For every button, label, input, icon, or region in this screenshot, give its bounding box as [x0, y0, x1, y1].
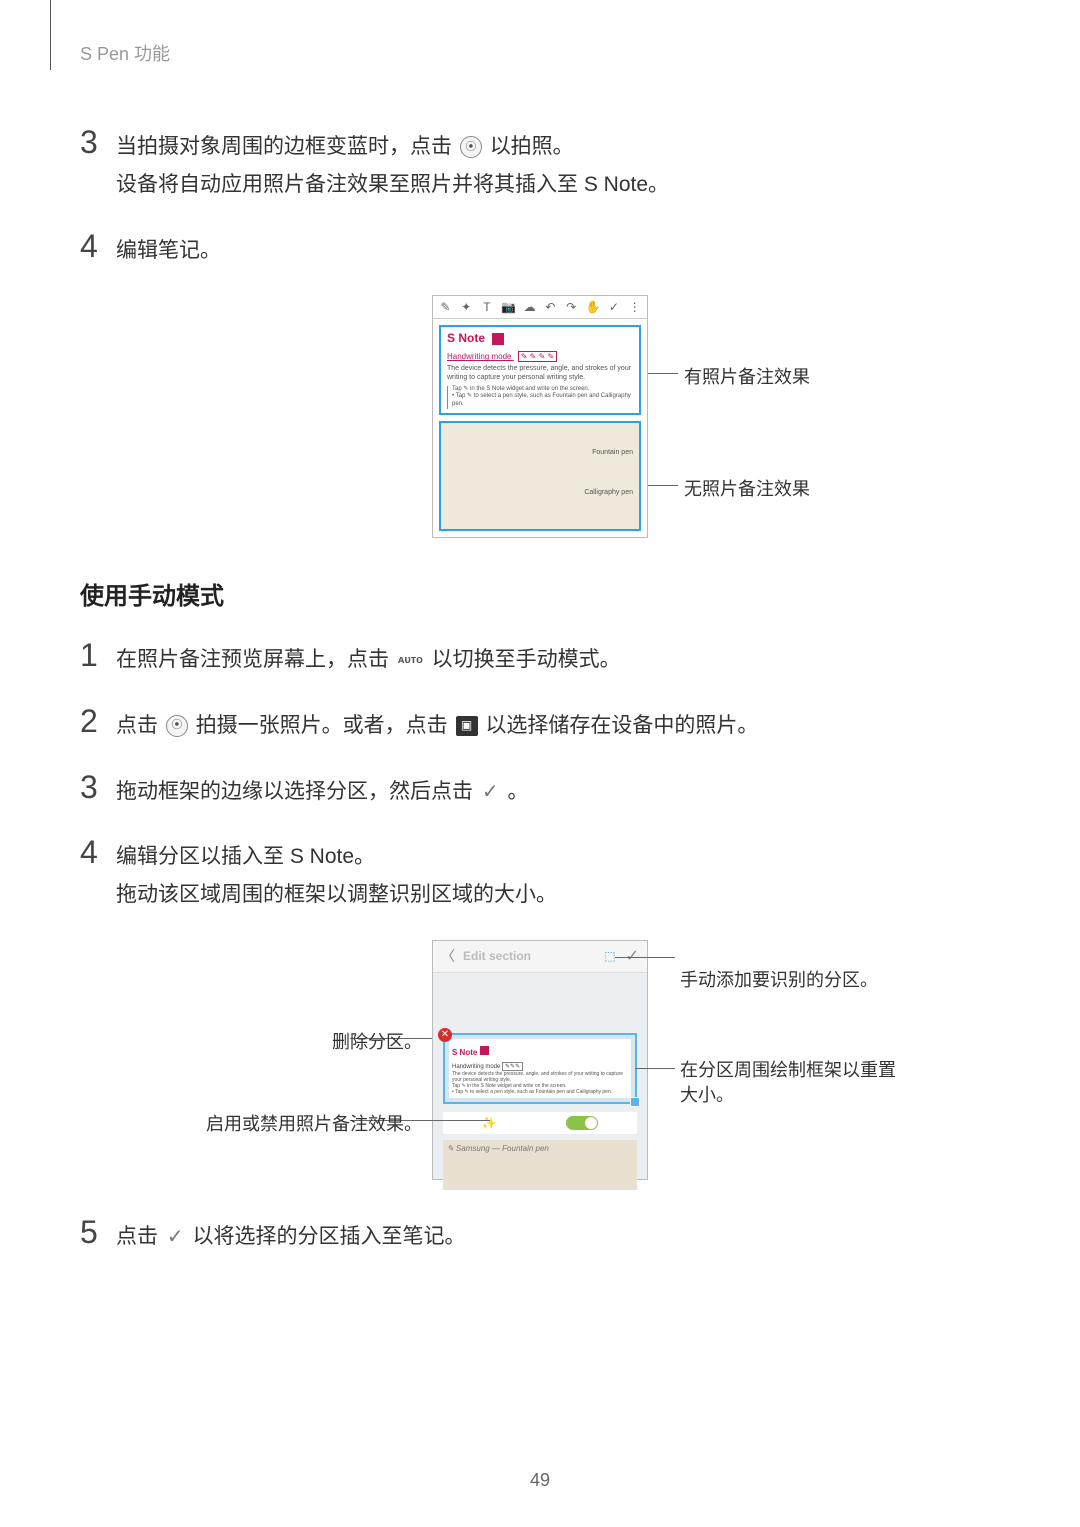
- step-text: 拖动该区域周围的框架以调整识别区域的大小。: [116, 876, 557, 914]
- undo-icon: ↶: [544, 300, 557, 314]
- snote-label: S Note: [452, 1048, 477, 1057]
- step-c5: 5 点击 ✓ 以将选择的分区插入至笔记。: [80, 1216, 1000, 1256]
- annot-with-effect: 有照片备注效果: [684, 363, 810, 389]
- check-icon: ✓: [482, 774, 499, 810]
- annot-resize-frame-l1: 在分区周围绘制框架以重置: [680, 1058, 940, 1083]
- header-title: S Pen 功能: [80, 40, 1000, 66]
- step-text: 点击: [116, 1225, 164, 1248]
- step-text: 以切换至手动模式。: [432, 648, 621, 671]
- auto-mode-icon: ᴀᴜᴛᴏ: [398, 651, 423, 671]
- add-section-icon: ⬚: [604, 949, 615, 963]
- camera-icon: ⦿: [460, 136, 482, 158]
- pen-style-icons: ✎✎✎: [502, 1062, 523, 1071]
- step-3: 3 当拍摄对象周围的边框变蓝时，点击 ⦿ 以拍照。 设备将自动应用照片备注效果至…: [80, 126, 1000, 204]
- gallery-icon: ▣: [456, 716, 478, 736]
- text-icon: T: [481, 300, 494, 314]
- figure-1: ✎ ✦ T 📷 ☁ ↶ ↷ ✋ ✓ ⋮ S Note: [432, 295, 648, 538]
- sparkle-icon: ✦: [460, 300, 473, 314]
- step-text: 编辑笔记。: [116, 232, 221, 270]
- cloud-icon: ☁: [523, 300, 536, 314]
- redo-icon: ↷: [565, 300, 578, 314]
- step-b1: 1 在照片备注预览屏幕上，点击 ᴀᴜᴛᴏ 以切换至手动模式。: [80, 639, 1000, 679]
- step-text: 在照片备注预览屏幕上，点击: [116, 648, 395, 671]
- step-text: 以选择储存在设备中的照片。: [485, 714, 758, 737]
- back-icon: 〈: [441, 946, 455, 966]
- snote-toolbar: ✎ ✦ T 📷 ☁ ↶ ↷ ✋ ✓ ⋮: [433, 296, 647, 319]
- step-number: 5: [80, 1216, 116, 1248]
- step-number: 3: [80, 126, 116, 158]
- hand-icon: ✋: [586, 300, 600, 314]
- snote-logo-icon: [480, 1046, 489, 1055]
- page-number: 49: [0, 1470, 1080, 1491]
- fig2-desc1: The device detects the pressure, angle, …: [452, 1071, 628, 1083]
- step-text: 当拍摄对象周围的边框变蓝时，点击: [116, 135, 458, 158]
- effect-toggle-row: ✨: [443, 1112, 637, 1134]
- step-text: 拖动框架的边缘以选择分区，然后点击: [116, 780, 479, 803]
- annot-toggle-effect: 启用或禁用照片备注效果。: [206, 1110, 422, 1136]
- fig2-title: Edit section: [463, 949, 604, 963]
- step-b3: 3 拖动框架的边缘以选择分区，然后点击 ✓ 。: [80, 771, 1000, 811]
- step-text: 点击: [116, 714, 164, 737]
- pen-icon: ✎: [439, 300, 452, 314]
- handwriting-mode-label: Handwriting mode: [447, 352, 511, 361]
- step-number: 2: [80, 705, 116, 737]
- camera-icon: ⦿: [166, 715, 188, 737]
- effect-icon: ✨: [482, 1116, 497, 1130]
- calligraphy-pen-label: Calligraphy pen: [584, 489, 633, 496]
- fig2-photo-strip: ✎ Samsung — Fountain pen: [443, 1140, 637, 1190]
- check-icon: ✓: [608, 300, 621, 314]
- step-text: 拍摄一张照片。或者，点击: [196, 714, 454, 737]
- resize-handle-icon: [630, 1097, 640, 1107]
- step-4: 4 编辑笔记。: [80, 230, 1000, 270]
- step-b4: 4 编辑分区以插入至 S Note。 拖动该区域周围的框架以调整识别区域的大小。: [80, 836, 1000, 914]
- annot-resize-frame-l2: 大小。: [680, 1083, 940, 1108]
- step-text: 编辑分区以插入至 S Note。: [116, 838, 557, 876]
- annot-add-section: 手动添加要识别的分区。: [680, 966, 878, 992]
- more-icon: ⋮: [628, 300, 641, 314]
- fig1-photo-card: Fountain pen Calligraphy pen: [439, 421, 641, 531]
- step-number: 4: [80, 230, 116, 262]
- effect-toggle: [566, 1116, 598, 1130]
- figure-2: 〈 Edit section ⬚ ✓ ✕ S Note Handwriting …: [432, 940, 648, 1180]
- step-text: 设备将自动应用照片备注效果至照片并将其插入至 S Note。: [116, 166, 669, 204]
- snote-logo-icon: [492, 333, 504, 345]
- annot-delete-section: 删除分区。: [332, 1028, 422, 1054]
- delete-section-icon: ✕: [438, 1028, 452, 1042]
- check-icon: ✓: [167, 1219, 184, 1255]
- camera-icon: 📷: [501, 300, 515, 314]
- fig2-desc3: • Tap ✎ to select a pen style, such as F…: [452, 1089, 628, 1095]
- step-number: 4: [80, 836, 116, 868]
- annot-without-effect: 无照片备注效果: [684, 475, 810, 501]
- step-number: 1: [80, 639, 116, 671]
- section-title: 使用手动模式: [80, 576, 1000, 611]
- fig1-sub2: • Tap ✎ to select a pen style, such as F…: [452, 393, 633, 409]
- step-text: 。: [507, 780, 528, 803]
- step-text: 以将选择的分区插入至笔记。: [192, 1225, 465, 1248]
- snote-label: S Note: [447, 331, 485, 345]
- handwriting-mode-label: Handwriting mode: [452, 1064, 500, 1070]
- pen-style-icons: ✎ ✎ ✎ ✎: [518, 351, 557, 362]
- fountain-pen-label: Fountain pen: [592, 449, 633, 456]
- fig1-text-card: S Note Handwriting mode ✎ ✎ ✎ ✎ The devi…: [439, 325, 641, 415]
- step-number: 3: [80, 771, 116, 803]
- step-b2: 2 点击 ⦿ 拍摄一张照片。或者，点击 ▣ 以选择储存在设备中的照片。: [80, 705, 1000, 745]
- step-text: 以拍照。: [490, 135, 574, 158]
- selection-frame: ✕ S Note Handwriting mode ✎✎✎ The device…: [443, 1033, 637, 1104]
- fig1-desc: The device detects the pressure, angle, …: [447, 364, 633, 382]
